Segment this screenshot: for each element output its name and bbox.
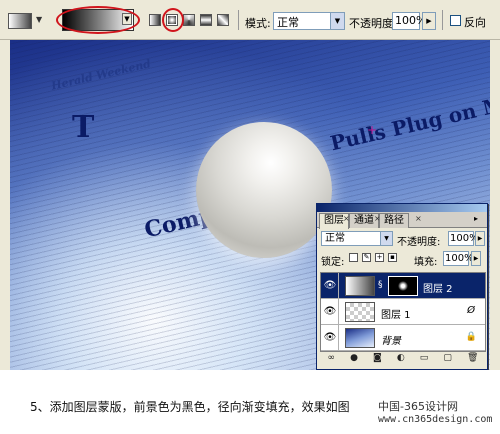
lock-icon: 🔒: [465, 332, 477, 342]
photoshop-screenshot: ▼ ▼ 模式: 正常 ▼ 不透明度: 100% ▶ 反向 Herald Weeke…: [0, 0, 500, 434]
mode-value: 正常: [277, 16, 299, 29]
watermark: 中国-365设计网 www.cn365design.com: [378, 400, 492, 426]
layers-panel: 图层 × 通道 × 路径 × ▸ 正常 ▼ 不透明度: 100% ▶ 锁定: ✎ …: [316, 203, 488, 370]
panel-tabs: 图层 × 通道 × 路径 × ▸: [317, 212, 487, 229]
chevron-down-icon[interactable]: ▼: [380, 232, 392, 245]
blend-row: 正常 ▼ 不透明度: 100% ▶: [317, 228, 487, 248]
reverse-label: 反向: [464, 16, 486, 29]
lock-image-icon[interactable]: ✎: [362, 253, 371, 262]
eye-icon[interactable]: 👁: [323, 332, 337, 343]
newspaper-dropcap: T: [72, 110, 95, 145]
reverse-checkbox[interactable]: [450, 15, 461, 26]
fill-button[interactable]: ▶: [471, 251, 481, 266]
close-icon[interactable]: ×: [415, 214, 422, 223]
diamond-gradient-button[interactable]: [217, 14, 229, 26]
eye-icon[interactable]: 👁: [323, 280, 337, 291]
panel-footer: ∞ ● ◙ ◐ ▭ ▢ 🗑: [320, 353, 486, 367]
link-icon[interactable]: ∞: [328, 353, 336, 367]
layer-thumbnail: [345, 276, 375, 296]
divider: [238, 10, 239, 30]
panel-menu-icon[interactable]: ▸: [474, 214, 484, 224]
caption-text: 5、添加图层蒙版，前景色为黑色，径向渐变填充，效果如图: [30, 400, 350, 414]
highlight-circle: [162, 8, 184, 32]
gradient-options-bar: ▼ ▼ 模式: 正常 ▼ 不透明度: 100% ▶ 反向: [0, 0, 500, 40]
caption-area: 5、添加图层蒙版，前景色为黑色，径向渐变填充，效果如图 中国-365设计网 ww…: [0, 370, 500, 434]
reflected-gradient-button[interactable]: [200, 14, 212, 26]
divider: [442, 10, 443, 30]
panel-titlebar[interactable]: [317, 204, 487, 212]
mode-label: 模式:: [245, 17, 271, 30]
layer-name: 背景: [381, 336, 401, 347]
highlight-ellipse: [56, 6, 140, 34]
layer-name: 图层 1: [381, 310, 411, 321]
white-sphere: [196, 122, 332, 258]
watermark-url: www.cn365design.com: [378, 414, 493, 425]
eye-icon[interactable]: 👁: [323, 306, 337, 317]
blend-mode-value: 正常: [325, 233, 345, 244]
gradient-tool-icon[interactable]: [8, 13, 32, 29]
fill-input[interactable]: 100%: [443, 251, 474, 266]
tab-paths[interactable]: 路径: [379, 213, 409, 228]
new-layer-icon[interactable]: ▢: [443, 353, 452, 367]
lock-transparency-icon[interactable]: [349, 253, 358, 262]
layer-thumbnail: [345, 302, 375, 322]
folder-icon[interactable]: ▭: [420, 353, 429, 367]
adjustment-icon[interactable]: ◐: [397, 353, 405, 367]
watermark-cn: 中国-365设计网: [378, 400, 458, 413]
mode-select[interactable]: 正常 ▼: [273, 12, 345, 30]
linear-gradient-button[interactable]: [149, 14, 161, 26]
mask-button-icon[interactable]: ◙: [373, 353, 382, 367]
layer-opacity-label: 不透明度:: [397, 237, 441, 248]
tool-preset-arrow-icon[interactable]: ▼: [36, 15, 42, 24]
fx-button-icon[interactable]: ●: [350, 353, 358, 367]
layers-list: 👁 § 图层 2 👁 图层 1 Ø 👁 背景 🔒: [320, 272, 486, 352]
layer-thumbnail: [345, 328, 375, 348]
opacity-slider-button[interactable]: ▶: [422, 12, 436, 30]
crosshair-icon: +: [367, 123, 378, 137]
lock-row: 锁定: ✎ + ▪ 填充: 100% ▶: [317, 248, 487, 268]
layer-opacity-input[interactable]: 100%: [448, 231, 479, 246]
divider: [338, 273, 339, 299]
mask-thumbnail[interactable]: [388, 276, 418, 296]
lock-label: 锁定:: [321, 257, 345, 268]
blend-mode-select[interactable]: 正常 ▼: [321, 231, 393, 246]
fill-label: 填充:: [414, 257, 438, 268]
fx-icon[interactable]: Ø: [467, 305, 475, 316]
layer-opacity-button[interactable]: ▶: [475, 231, 485, 246]
divider: [338, 299, 339, 325]
opacity-input[interactable]: 100%: [392, 12, 426, 30]
layer-row[interactable]: 👁 图层 1 Ø: [321, 299, 485, 325]
opacity-label: 不透明度:: [349, 17, 397, 30]
lock-all-icon[interactable]: ▪: [388, 253, 397, 262]
layer-name: 图层 2: [423, 284, 453, 295]
layer-row[interactable]: 👁 § 图层 2: [321, 273, 485, 299]
lock-position-icon[interactable]: +: [375, 253, 384, 262]
divider: [338, 325, 339, 351]
chevron-down-icon[interactable]: ▼: [330, 13, 344, 29]
trash-icon[interactable]: 🗑: [467, 353, 478, 367]
layer-row[interactable]: 👁 背景 🔒: [321, 325, 485, 351]
chain-link-icon[interactable]: §: [378, 280, 383, 290]
angle-gradient-button[interactable]: [183, 14, 195, 26]
